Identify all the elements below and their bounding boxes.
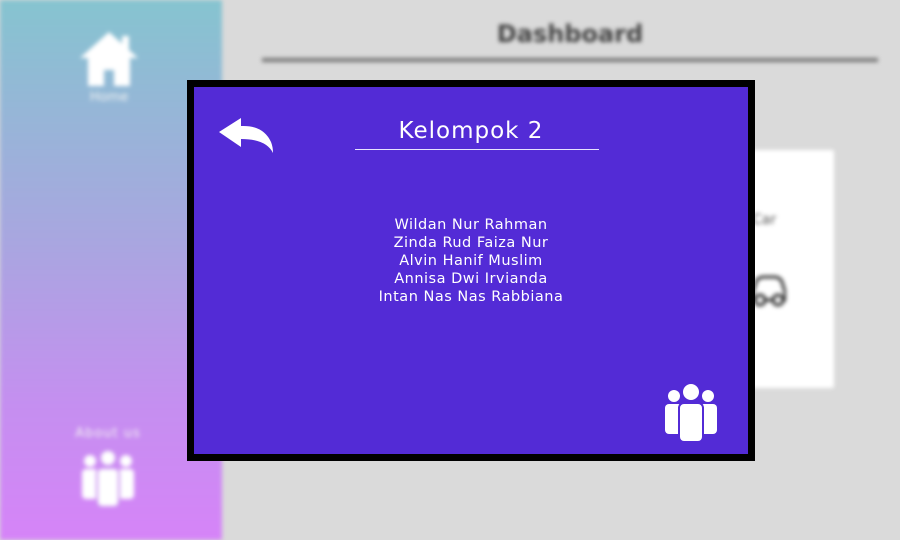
card-label: Car [752, 212, 777, 228]
list-item: Zinda Rud Faiza Nur [393, 235, 549, 251]
page-title: Dashboard [496, 20, 644, 48]
sidebar-item-label: Home [89, 90, 129, 105]
about-dialog: Kelompok 2 Wildan Nur Rahman Zinda Rud F… [187, 80, 755, 461]
list-item: Alvin Hanif Muslim [399, 253, 543, 269]
list-item: Annisa Dwi Irvianda [394, 271, 548, 287]
sidebar-item-about[interactable]: About us [62, 424, 154, 511]
title-divider [262, 58, 878, 62]
home-icon [80, 32, 138, 86]
dialog-title: Kelompok 2 [398, 118, 544, 144]
sidebar-item-home[interactable]: Home [78, 30, 140, 105]
title-underline [355, 149, 599, 150]
list-item: Wildan Nur Rahman [394, 217, 548, 233]
car-icon [750, 275, 786, 307]
list-item: Intan Nas Nas Rabbiana [378, 289, 564, 305]
group-people-icon [82, 449, 134, 508]
group-people-icon [665, 382, 717, 442]
member-list: Wildan Nur Rahman Zinda Rud Faiza Nur Al… [194, 216, 748, 306]
sidebar-item-label: About us [75, 426, 141, 441]
